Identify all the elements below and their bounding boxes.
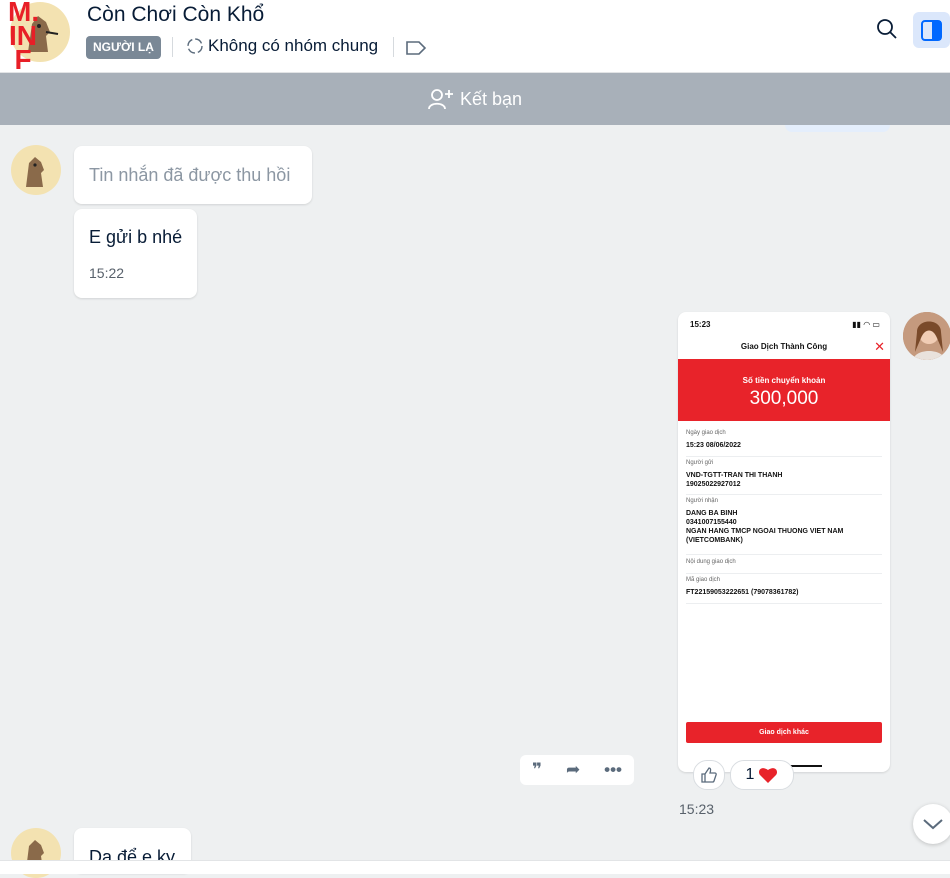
receiver-bank: NGAN HANG TMCP NGOAI THUONG VIET NAM	[686, 528, 844, 535]
my-avatar[interactable]	[903, 312, 950, 360]
group-icon	[187, 38, 203, 54]
receipt-title: Giao Dịch Thành Công	[740, 342, 828, 351]
close-icon: ✕	[874, 339, 885, 354]
other-transaction-button: Giao dịch khác	[686, 722, 882, 743]
amount-value: 300,000	[749, 388, 819, 409]
sidebar-icon	[921, 20, 942, 41]
amount-label: Số tiền chuyển khoản	[742, 376, 826, 385]
receipt-row-receiver: Người nhận DANG BA BINH 0341007155440 NG…	[686, 498, 882, 555]
transfer-receipt-image[interactable]: 15:23 ▮▮ ◠ ▭ Giao Dịch Thành Công ✕ Số t…	[678, 312, 890, 772]
sender-avatar[interactable]	[11, 145, 61, 195]
recalled-message[interactable]: Tin nhắn đã được thu hồi	[74, 146, 312, 204]
receiver-name: DANG BA BINH	[686, 510, 738, 517]
sender-label: Người gửi	[686, 460, 714, 466]
quote-icon[interactable]: ❞	[532, 760, 542, 780]
reaction-summary[interactable]: 1	[730, 760, 794, 790]
receiver-account: 0341007155440	[686, 519, 737, 526]
code-value: FT22159053222651 (79078361782)	[686, 589, 799, 596]
divider	[172, 37, 173, 57]
heart-icon	[759, 768, 778, 783]
scroll-down-button[interactable]	[913, 804, 950, 844]
divider	[393, 37, 394, 57]
content-label: Nội dung giao dịch	[686, 559, 736, 565]
signal-battery-icon: ▮▮ ◠ ▭	[852, 320, 880, 329]
message-time: 15:22	[89, 265, 125, 281]
forward-icon[interactable]: ➦	[566, 760, 580, 780]
stranger-badge: NGƯỜI LẠ	[86, 36, 161, 59]
message-actions: ❞ ➦ •••	[520, 755, 634, 785]
chevron-down-icon	[923, 819, 943, 830]
date-value: 15:23 08/06/2022	[686, 442, 741, 449]
add-friend-bar[interactable]: Kết bạn	[0, 73, 950, 125]
contact-name: Còn Chơi Còn Khổ	[87, 3, 265, 26]
sender-name: VND-TGTT-TRAN THI THANH	[686, 472, 783, 479]
chat-header: M.INFO Còn Chơi Còn Khổ NGƯỜI LẠ Không c…	[0, 0, 950, 98]
code-label: Mã giao dịch	[686, 577, 721, 583]
composer-edge	[0, 860, 950, 874]
more-icon[interactable]: •••	[604, 760, 622, 780]
receipt-row-code: Mã giao dịch FT22159053222651 (790783617…	[686, 577, 882, 604]
sender-account: 19025022927012	[686, 481, 741, 488]
add-friend-icon	[428, 89, 453, 110]
phone-status-time: 15:23	[690, 320, 711, 329]
receiver-label: Người nhận	[686, 498, 718, 504]
add-friend-label: Kết bạn	[459, 88, 523, 109]
receiver-value: DANG BA BINH 0341007155440 NGAN HANG TMC…	[686, 509, 882, 545]
receipt-row-date: Ngày giao dịch 15:23 08/06/2022	[686, 430, 882, 457]
toggle-panel-button[interactable]	[913, 12, 950, 48]
amount-banner: Số tiền chuyển khoản 300,000	[678, 359, 890, 421]
wolf-icon	[26, 157, 44, 187]
sender-value: VND-TGTT-TRAN THI THANH 19025022927012	[686, 471, 882, 489]
message-time: 15:23	[679, 801, 715, 817]
search-icon[interactable]	[875, 17, 899, 41]
common-groups[interactable]: Không có nhóm chung	[185, 36, 378, 56]
tag-icon[interactable]	[405, 40, 427, 56]
previous-message-edge	[785, 125, 890, 132]
message-text: E gửi b nhé	[89, 227, 183, 247]
common-groups-label: Không có nhóm chung	[208, 36, 379, 55]
like-button[interactable]	[693, 760, 725, 790]
receipt-row-content: Nội dung giao dịch	[686, 559, 882, 574]
receiver-bank-short: (VIETCOMBANK)	[686, 537, 743, 544]
reaction-count: 1	[745, 766, 755, 783]
person-photo	[903, 312, 950, 360]
receipt-row-sender: Người gửi VND-TGTT-TRAN THI THANH 190250…	[686, 460, 882, 495]
message-bubble[interactable]: E gửi b nhé 15:22	[74, 209, 197, 298]
date-label: Ngày giao dịch	[686, 430, 726, 436]
thumbs-up-icon	[701, 767, 717, 783]
